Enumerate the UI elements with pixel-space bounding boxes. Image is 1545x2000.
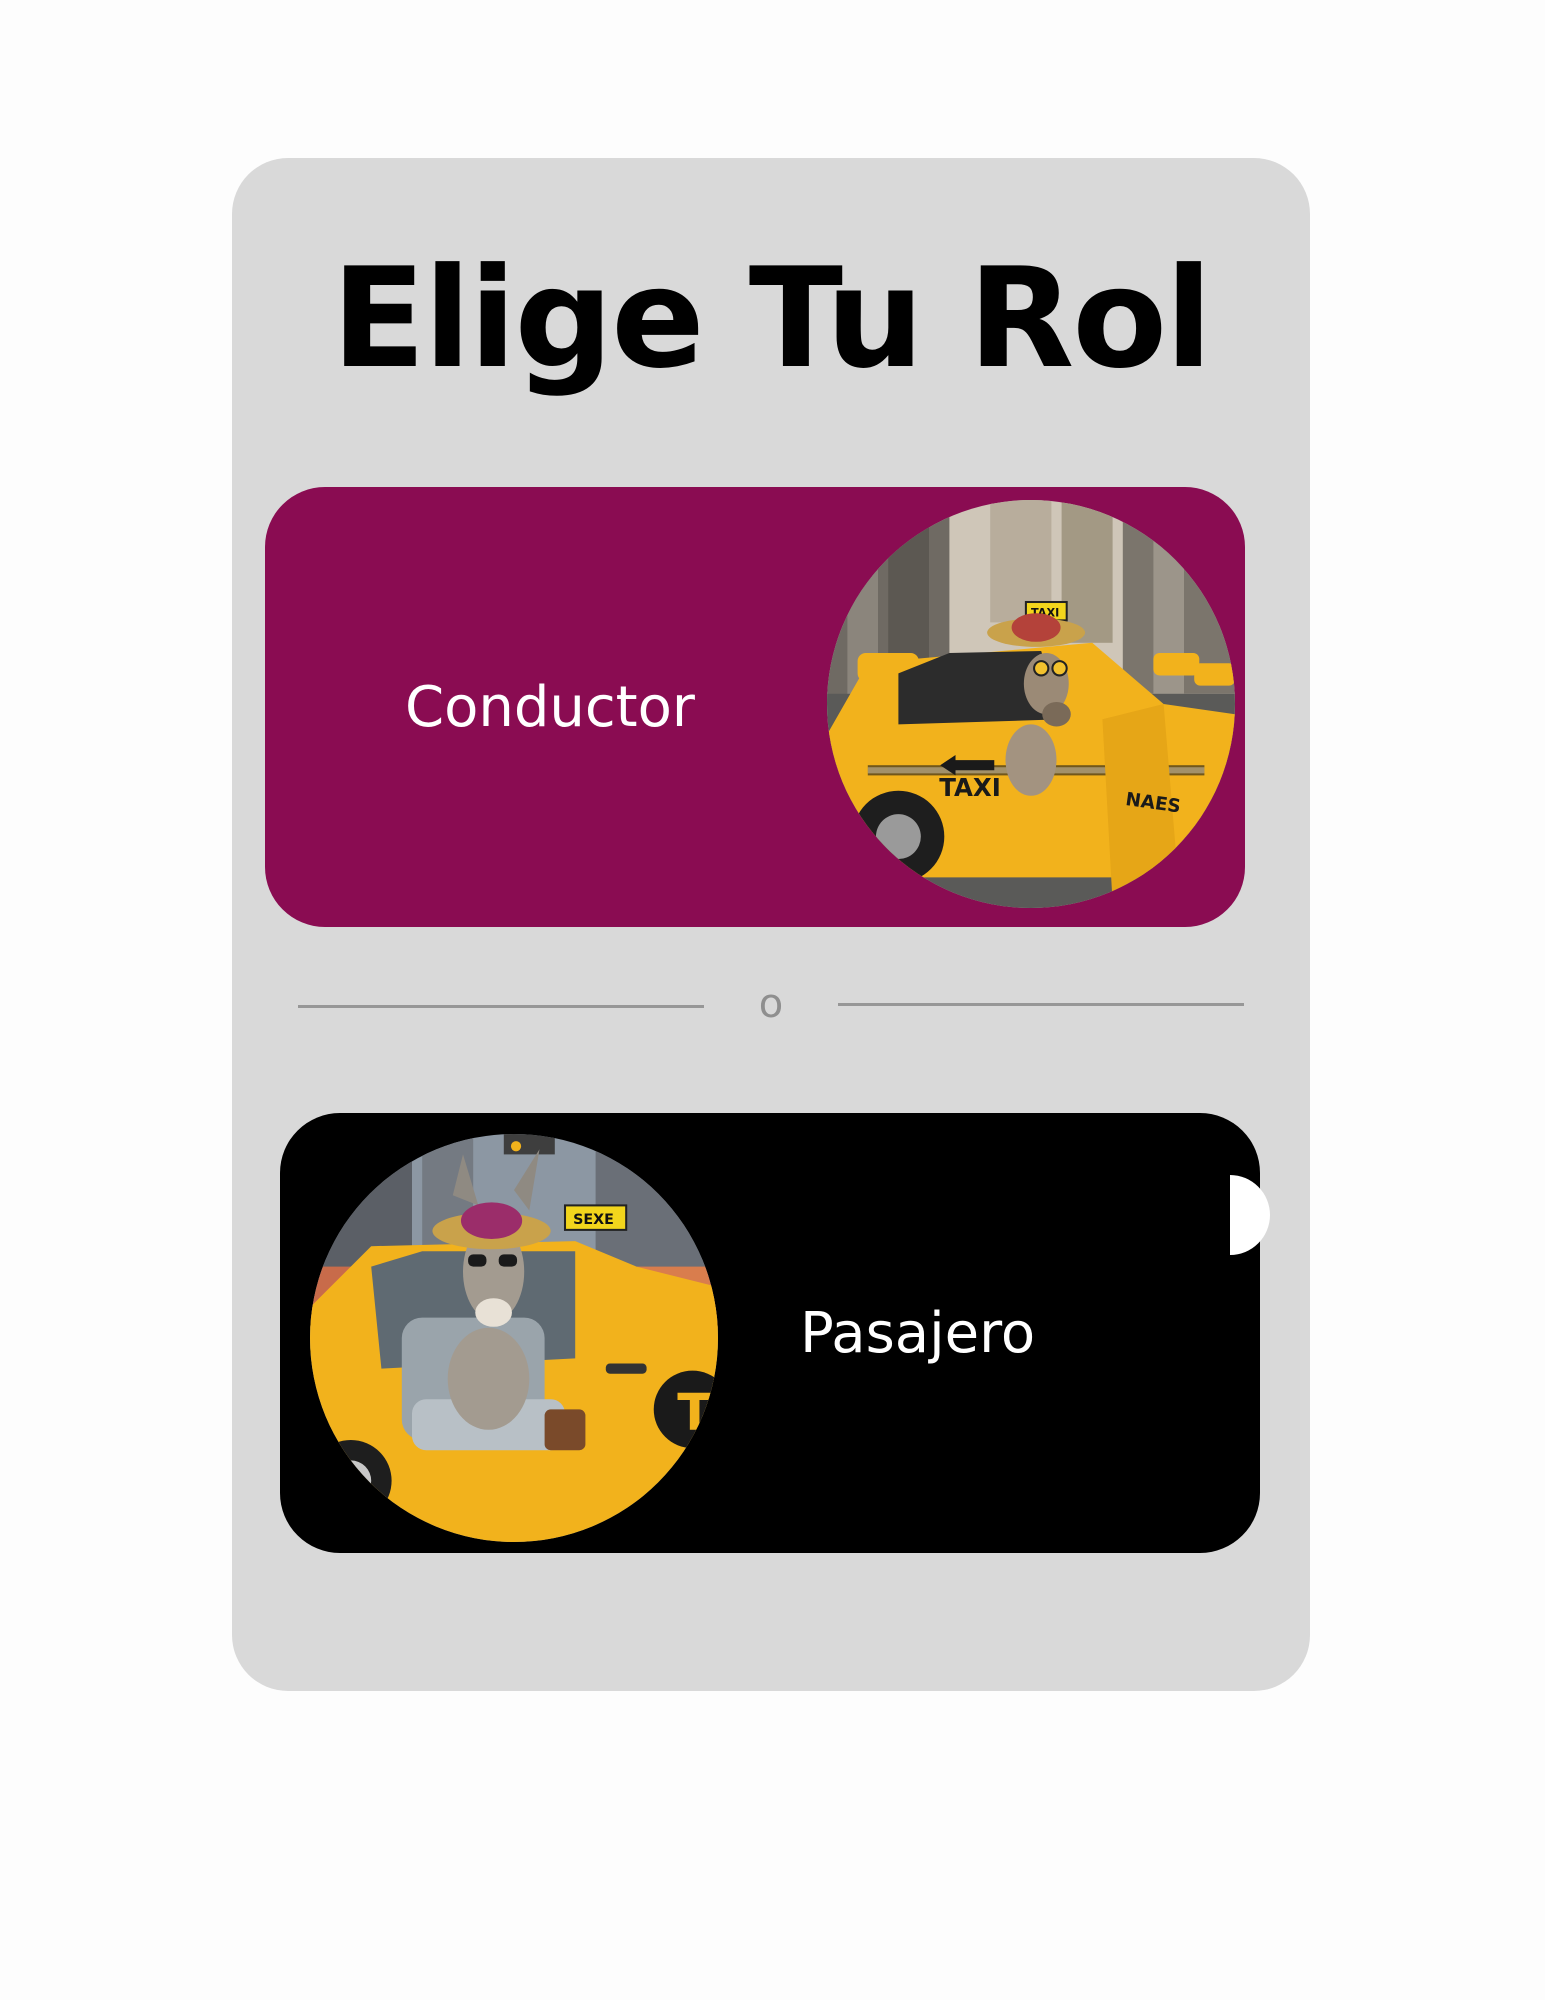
svg-text:TAXI: TAXI [939,773,1001,802]
conductor-role-button[interactable]: Conductor NAES TAXI TAXI [265,487,1245,927]
pasajero-role-button[interactable]: SEXE T Pasajero [280,1113,1260,1553]
pasajero-role-label: Pasajero [800,1301,1036,1366]
page-title: Elige Tu Rol [331,238,1213,399]
divider-line-right [838,1003,1244,1006]
or-divider: o [298,976,1246,1036]
role-selection-panel: Elige Tu Rol Conductor NAES TAXI TAXI o … [232,158,1310,1691]
donkey-riding-taxi-image: SEXE T [310,1134,718,1542]
svg-text:T: T [677,1384,712,1443]
svg-text:SEXE: SEXE [573,1212,614,1228]
conductor-role-label: Conductor [405,675,695,740]
donkey-driving-taxi-image: NAES TAXI TAXI [827,500,1235,908]
